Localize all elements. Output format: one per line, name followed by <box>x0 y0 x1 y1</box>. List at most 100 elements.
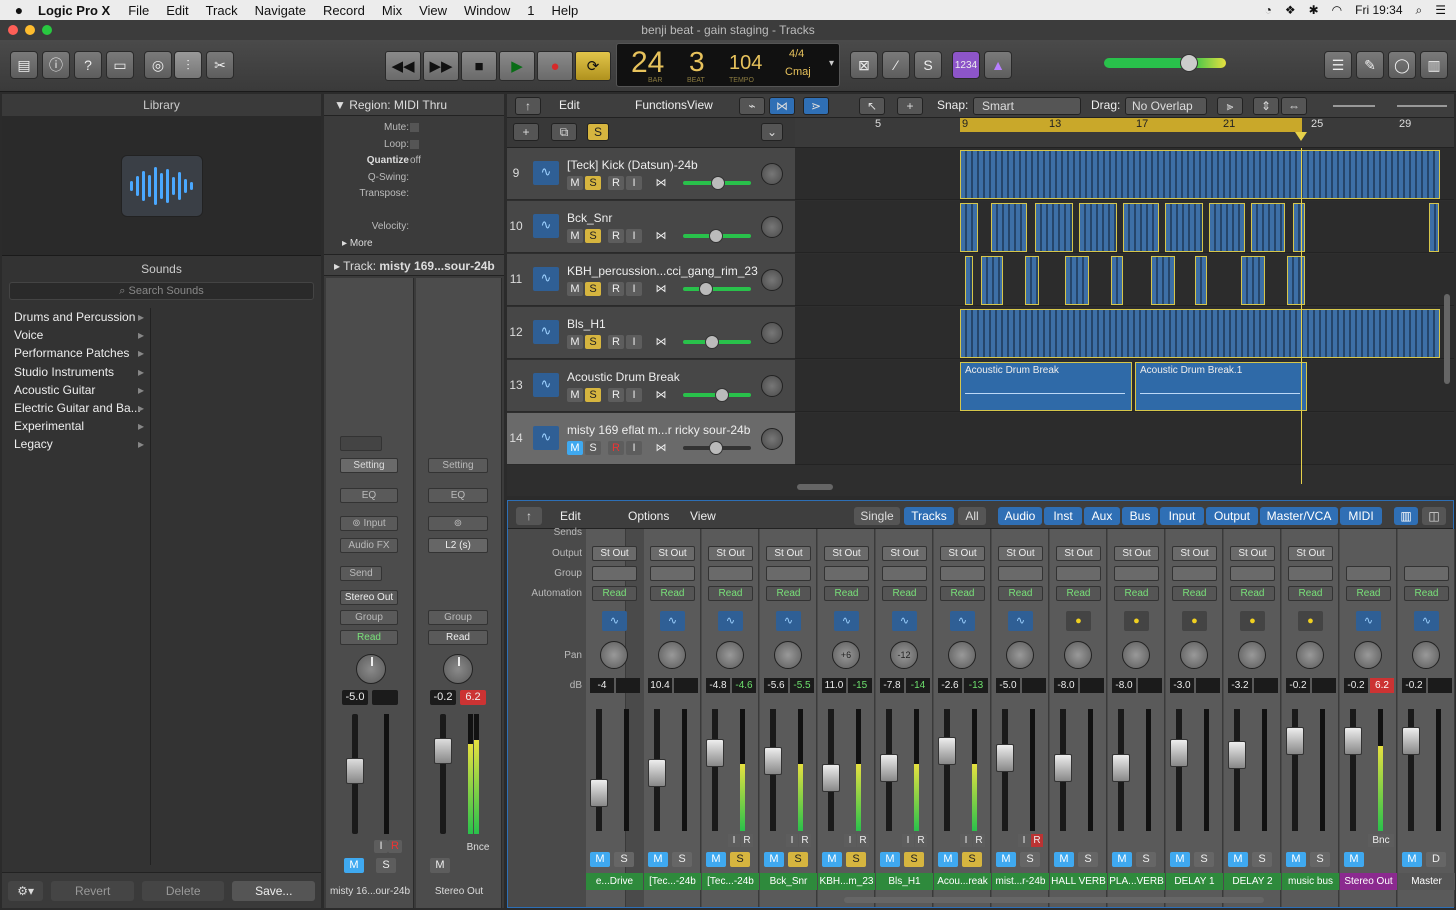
options-menu[interactable]: Options <box>628 509 669 523</box>
freeze-icon[interactable]: ⋈ <box>653 388 669 402</box>
drag-select[interactable]: No Overlap <box>1125 97 1207 115</box>
volume-value[interactable]: -7.8 <box>880 678 904 693</box>
menu-record[interactable]: Record <box>323 3 365 18</box>
audio-region[interactable] <box>965 256 973 305</box>
category-item[interactable]: Drums and Percussion <box>2 308 150 326</box>
audio-waveform-icon[interactable]: ∿ <box>776 611 801 631</box>
audio-waveform-icon[interactable]: ∿ <box>950 611 975 631</box>
region-header[interactable]: ▼ Region: MIDI Thru <box>324 94 504 116</box>
notepad-icon[interactable]: ✎ <box>1356 51 1384 79</box>
audio-region[interactable] <box>1123 203 1159 252</box>
fader-cap[interactable] <box>699 282 713 296</box>
track-name[interactable]: KBH_percussion...cci_gang_rim_23 <box>567 264 758 278</box>
audio-region[interactable] <box>960 203 978 252</box>
cycle-button[interactable]: ⟳ <box>575 51 611 81</box>
midi-region[interactable] <box>960 150 1440 199</box>
mute-button[interactable]: M <box>764 852 784 867</box>
tuner-icon[interactable]: ⁄ <box>882 51 910 79</box>
close-window-button[interactable] <box>8 25 18 35</box>
bounce-button[interactable]: Bnce <box>460 842 496 853</box>
track-name[interactable]: [Teck] Kick (Datsun)-24b <box>567 158 698 172</box>
duplicate-track-icon[interactable]: ⧉ <box>551 123 577 141</box>
more-row[interactable]: ▸ More <box>324 236 504 253</box>
solo-button[interactable]: S <box>846 852 866 867</box>
audio-region[interactable] <box>1293 203 1305 252</box>
audio-fx-slot[interactable]: Audio FX <box>340 538 398 553</box>
automation-mode[interactable]: Read <box>882 586 927 601</box>
fader-cap[interactable] <box>1286 727 1304 755</box>
strip-name[interactable]: DELAY 2 <box>1224 873 1281 890</box>
track-lane[interactable] <box>795 307 1454 359</box>
track-lane[interactable] <box>795 148 1454 200</box>
record-enable-button[interactable]: R <box>1031 834 1043 847</box>
single-view-button[interactable]: Single <box>854 507 900 525</box>
volume-fader[interactable] <box>1176 709 1182 831</box>
pan-knob[interactable] <box>1006 641 1034 669</box>
input-monitor-button[interactable]: I <box>786 834 798 847</box>
volume-value[interactable]: -3.2 <box>1228 678 1252 693</box>
menu-1[interactable]: 1 <box>527 3 534 18</box>
mute-button[interactable]: M <box>567 335 583 349</box>
gear-icon[interactable]: ⚙▾ <box>8 880 44 901</box>
count-in-button[interactable]: 1234 <box>952 51 980 79</box>
pan-knob[interactable] <box>1412 641 1440 669</box>
mute-button[interactable]: M <box>567 388 583 402</box>
play-button[interactable]: ▶ <box>499 51 535 81</box>
track-name[interactable]: Acoustic Drum Break <box>567 370 680 384</box>
group-slot[interactable] <box>1346 566 1391 581</box>
audio-region[interactable] <box>960 309 1440 358</box>
send-slot[interactable]: Send <box>340 566 382 581</box>
track-lane[interactable]: Acoustic Drum Break Acoustic Drum Break.… <box>795 360 1454 412</box>
search-sounds-input[interactable]: ⌕ Search Sounds <box>9 282 314 300</box>
volume-value[interactable]: -0.2 <box>1286 678 1310 693</box>
rewind-button[interactable]: ◀◀ <box>385 51 421 81</box>
automation-mode[interactable]: Read <box>824 586 869 601</box>
eq-button[interactable]: EQ <box>340 488 398 503</box>
pan-knob[interactable] <box>774 641 802 669</box>
view-menu[interactable]: View <box>687 98 713 112</box>
output-slot[interactable]: St Out <box>1056 546 1101 561</box>
pan-knob[interactable] <box>761 375 783 397</box>
save-button[interactable]: Save... <box>232 880 316 901</box>
add-track-icon[interactable]: + <box>513 123 539 141</box>
pan-knob[interactable] <box>761 163 783 185</box>
group-slot[interactable] <box>766 566 811 581</box>
pan-knob[interactable] <box>1354 641 1382 669</box>
freeze-icon[interactable]: ⋈ <box>653 441 669 455</box>
audio-region[interactable] <box>1251 203 1285 252</box>
solo-button[interactable]: S <box>585 229 601 243</box>
record-enable-button[interactable]: R <box>608 176 624 190</box>
group-slot[interactable] <box>1230 566 1275 581</box>
audio-region[interactable] <box>981 256 1003 305</box>
group-slot[interactable] <box>592 566 637 581</box>
filter-inst[interactable]: Inst <box>1044 507 1082 525</box>
audio-region[interactable]: Acoustic Drum Break <box>960 362 1132 411</box>
loop-checkbox[interactable] <box>410 139 419 149</box>
quick-help-icon[interactable]: ? <box>74 51 102 79</box>
pan-knob[interactable] <box>1122 641 1150 669</box>
playhead[interactable] <box>1301 148 1302 484</box>
mute-checkbox[interactable] <box>410 123 419 132</box>
pan-knob[interactable] <box>1296 641 1324 669</box>
filter-input[interactable]: Input <box>1160 507 1204 525</box>
strip-name[interactable]: KBH...m_23 <box>818 873 875 890</box>
input-monitor-button[interactable]: I <box>626 335 642 349</box>
automation-mode[interactable]: Read <box>1230 586 1275 601</box>
audio-region[interactable] <box>1035 203 1073 252</box>
pan-knob[interactable] <box>356 654 386 684</box>
category-item[interactable]: Performance Patches <box>2 344 150 362</box>
loop-browser-icon[interactable]: ◯ <box>1388 51 1416 79</box>
volume-value[interactable]: -8.0 <box>1112 678 1136 693</box>
mute-button[interactable]: M <box>1170 852 1190 867</box>
fader-cap[interactable] <box>709 229 723 243</box>
automation-mode[interactable]: Read <box>1056 586 1101 601</box>
automation-mode[interactable]: Read <box>708 586 753 601</box>
output-slot[interactable]: St Out <box>1230 546 1275 561</box>
aux-bus-icon[interactable]: ● <box>1124 611 1149 631</box>
menu-edit[interactable]: Edit <box>166 3 188 18</box>
mute-button[interactable]: M <box>344 858 364 873</box>
group-slot[interactable] <box>1404 566 1449 581</box>
solo-button[interactable]: S <box>904 852 924 867</box>
link-icon[interactable]: ⊚ <box>428 516 488 531</box>
strip-name[interactable]: HALL VERB <box>1050 873 1107 890</box>
